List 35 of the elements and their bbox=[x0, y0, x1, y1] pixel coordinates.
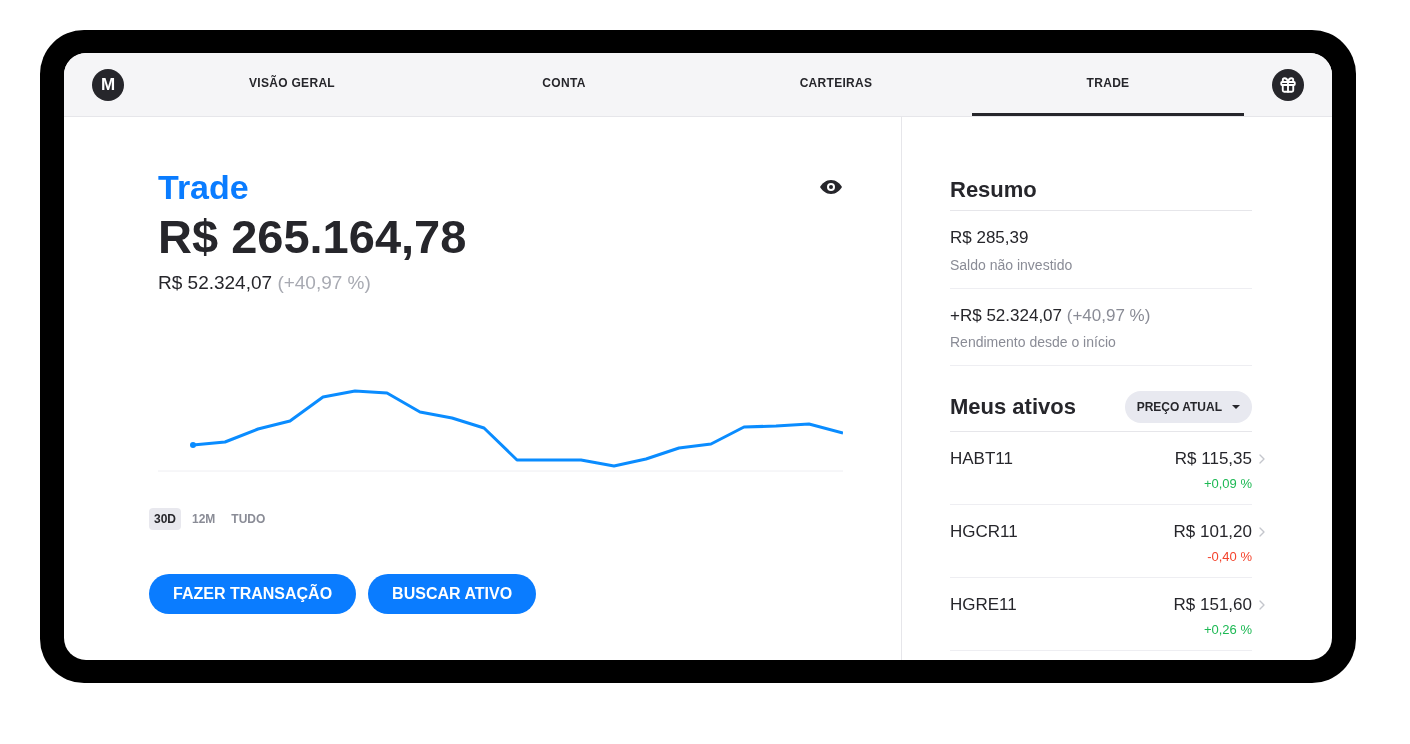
action-button[interactable]: BUSCAR ATIVO bbox=[368, 573, 537, 614]
asset-ticker: HGCR11 bbox=[950, 521, 1019, 543]
asset-price: R$ 151,60 bbox=[1173, 594, 1252, 616]
summary-value: R$ 285,39 bbox=[950, 228, 1029, 247]
caret-icon bbox=[1232, 404, 1240, 409]
asset-change: +0,26 % bbox=[1203, 620, 1252, 639]
section-title: Meus ativos bbox=[950, 393, 1076, 421]
asset-row[interactable]: HGCR11 R$ 101,20 -0,40 % bbox=[950, 505, 1252, 578]
asset-change: +0,09 % bbox=[1203, 474, 1252, 493]
summary-percent: (+40,97 %) bbox=[1066, 305, 1151, 325]
range-tab[interactable]: 30D bbox=[149, 507, 181, 530]
asset-row[interactable]: HGRE11 R$ 151,60 +0,26 % bbox=[950, 578, 1252, 651]
gift-icon[interactable] bbox=[1272, 68, 1304, 101]
section-title: Resumo bbox=[950, 173, 1252, 211]
summary-label: Saldo não investido bbox=[950, 255, 1074, 275]
total-value: R$ 265.164,78 bbox=[158, 209, 468, 265]
asset-row[interactable]: HABT11 R$ 115,35 +0,09 % bbox=[950, 432, 1252, 505]
asset-ticker: HGRE11 bbox=[950, 594, 1018, 616]
asset-price: R$ 101,20 bbox=[1173, 521, 1252, 543]
sort-dropdown[interactable]: PREÇO ATUAL bbox=[1124, 390, 1252, 423]
page-title: Trade bbox=[158, 167, 249, 207]
summary-value: +R$ 52.324,07 bbox=[950, 305, 1062, 325]
nav-tab[interactable]: CARTEIRAS bbox=[700, 53, 972, 116]
eye-icon[interactable] bbox=[820, 180, 842, 194]
asset-ticker: HABT11 bbox=[950, 448, 1014, 470]
asset-price: R$ 115,35 bbox=[1174, 448, 1252, 470]
action-button[interactable]: FAZER TRANSAÇÃO bbox=[149, 573, 357, 614]
nav-tab[interactable]: VISÃO GERAL bbox=[156, 53, 428, 116]
gain-value: R$ 52.324,07 bbox=[158, 272, 273, 293]
nav-tab[interactable]: TRADE bbox=[972, 53, 1244, 116]
logo[interactable]: M bbox=[92, 68, 124, 101]
gain-percent: (+40,97 %) bbox=[277, 272, 371, 293]
asset-change: -0,40 % bbox=[1207, 547, 1252, 566]
nav-tab[interactable]: CONTA bbox=[428, 53, 700, 116]
summary-label: Rendimento desde o início bbox=[950, 333, 1117, 352]
